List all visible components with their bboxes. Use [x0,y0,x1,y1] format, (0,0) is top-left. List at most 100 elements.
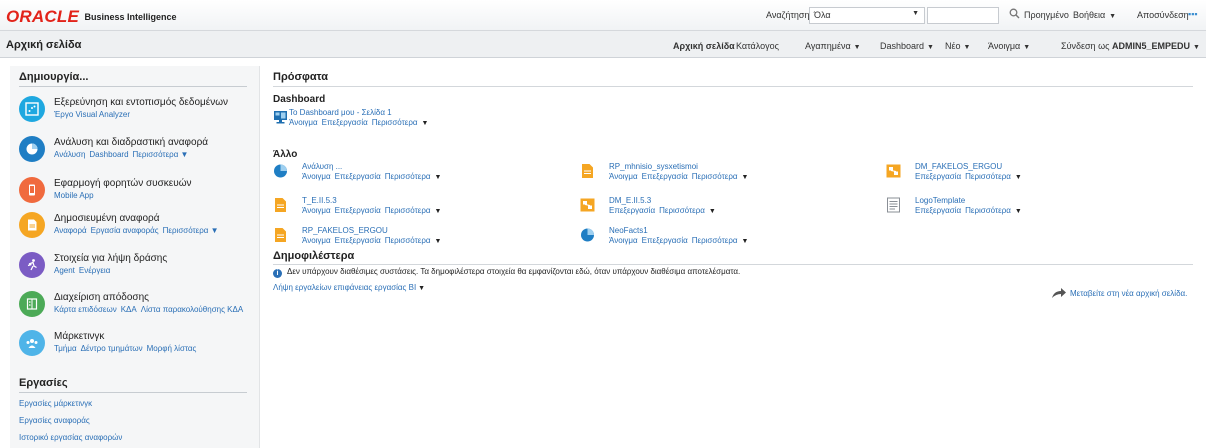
action-open[interactable]: Άνοιγμα [609,236,638,245]
create-link[interactable]: Τμήμα [54,344,77,353]
other-subheading: Άλλο [273,149,298,160]
action-edit[interactable]: Επεξεργασία [609,206,655,215]
dashboard-subheading: Dashboard [273,94,326,105]
action-open[interactable]: Άνοιγμα [609,172,638,181]
nav-home[interactable]: Αρχική σελίδα [673,41,735,51]
action-more[interactable]: Περισσότερα [965,172,1011,181]
action-open[interactable]: Άνοιγμα [302,172,331,181]
download-bi-tools-label: Λήψη εργαλείων επιφάνειας εργασίας BI [273,283,417,292]
create-link[interactable]: Περισσότερα ▼ [133,150,189,159]
report-icon [582,164,593,178]
chevron-down-icon: ▼ [708,208,716,215]
create-link[interactable]: ΚΔΑ [121,305,137,314]
create-link[interactable]: Αναφορά [54,226,87,235]
action-more[interactable]: Περισσότερα [385,206,431,215]
create-link[interactable]: Έργο Visual Analyzer [54,110,130,119]
create-mobile-app[interactable]: Εφαρμογή φορητών συσκευών Mobile App [19,177,259,205]
user-name: ADMIN5_EMPEDU [1111,41,1190,51]
create-link[interactable]: Εργασία αναφοράς [91,226,159,235]
action-edit[interactable]: Επεξεργασία [642,236,688,245]
create-link[interactable]: Dashboard [89,150,128,159]
task-link[interactable]: Εργασίες αναφοράς [19,416,90,425]
nav-open[interactable]: Άνοιγμα ▼ [988,41,1030,51]
search-scope-select[interactable]: Όλα ▼ [809,7,925,24]
recent-item-name[interactable]: Ανάλυση ... [302,162,342,171]
recent-item-name[interactable]: Το Dashboard μου - Σελίδα 1 [289,108,392,117]
recent-item-name[interactable]: RP_mhnisio_sysxetismoi [609,162,698,171]
chevron-down-icon: ▼ [1023,44,1031,51]
new-home-link[interactable]: Μεταβείτε στη νέα αρχική σελίδα. [1051,287,1187,299]
create-link[interactable]: Μορφή λίστας [147,344,197,353]
create-link[interactable]: Δέντρο τμημάτων [81,344,143,353]
create-published-report[interactable]: Δημοσιευμένη αναφορά Αναφορά Εργασία αναφ… [19,212,259,240]
create-item-title: Μάρκετινγκ [54,331,105,342]
create-data-explore[interactable]: Εξερεύνηση και εντοπισμός δεδομένων Έργο… [19,96,259,124]
action-edit[interactable]: Επεξεργασία [642,172,688,181]
chevron-down-icon: ▼ [434,208,442,215]
task-link[interactable]: Ιστορικό εργασίας αναφορών [19,433,122,442]
nav-dashboards-label: Dashboard [880,41,925,51]
create-item-title: Ανάλυση και διαδραστική αναφορά [54,137,209,148]
recent-item-name[interactable]: NeoFacts1 [609,226,648,235]
nav-favorites[interactable]: Αγαπημένα ▼ [805,41,861,51]
recent-item: RP_FAKELOS_ERGOU Άνοιγμα Επεξεργασία Περισ… [273,226,563,248]
action-edit[interactable]: Επεξεργασία [335,236,381,245]
nav-dashboards[interactable]: Dashboard ▼ [880,41,934,51]
nav-new-label: Νέο [945,41,961,51]
left-panel: Δημιουργία... Εξερεύνηση και εντοπισμός … [10,66,260,448]
chevron-down-icon: ▼ [421,120,429,127]
create-marketing[interactable]: Μάρκετινγκ Τμήμα Δέντρο τμημάτων Μορφή λίσ… [19,330,259,358]
create-link[interactable]: Mobile App [54,191,94,200]
create-performance[interactable]: Διαχείριση απόδοσης Κάρτα επιδόσεων ΚΔΑ Λί… [19,291,259,319]
create-link[interactable]: Agent [54,266,75,275]
create-link[interactable]: Κάρτα επιδόσεων [54,305,117,314]
help-label: Βοήθεια [1073,10,1106,20]
action-edit[interactable]: Επεξεργασία [915,206,961,215]
product-name: Business Intelligence [84,12,177,22]
search-input[interactable] [927,7,999,24]
user-menu[interactable]: Σύνδεση ως ADMIN5_EMPEDU ▼ [1061,41,1200,51]
recent-item-name[interactable]: T_E.II.5.3 [302,196,337,205]
recent-item-name[interactable]: LogoTemplate [915,196,965,205]
recent-item: Ανάλυση ... Άνοιγμα Επεξεργασία Περισσότερ… [273,162,563,184]
action-more[interactable]: Περισσότερα [965,206,1011,215]
download-bi-tools-menu[interactable]: Λήψη εργαλείων επιφάνειας εργασίας BI ▼ [273,283,425,292]
action-edit[interactable]: Επεξεργασία [322,118,368,127]
more-dots-icon[interactable]: ▪▪▪ [1188,9,1198,19]
chevron-down-icon: ▼ [912,10,919,17]
info-icon: i [273,269,282,278]
recent-item: LogoTemplate Επεξεργασία Περισσότερα ▼ [886,196,1176,218]
create-link[interactable]: Ανάλυση [54,150,85,159]
action-more[interactable]: Περισσότερα [692,236,738,245]
search-icon[interactable] [1009,8,1020,19]
recent-item-name[interactable]: DM_FAKELOS_ERGOU [915,162,1002,171]
action-edit[interactable]: Επεξεργασία [915,172,961,181]
action-open[interactable]: Άνοιγμα [302,236,331,245]
recent-item-name[interactable]: RP_FAKELOS_ERGOU [302,226,388,235]
action-open[interactable]: Άνοιγμα [289,118,318,127]
create-actionable[interactable]: Στοιχεία για λήψη δράσης Agent Ενέργεια [19,252,259,280]
help-menu[interactable]: Βοήθεια ▼ [1073,10,1116,20]
advanced-search-link[interactable]: Προηγμένο [1024,10,1069,20]
task-link[interactable]: Εργασίες μάρκετινγκ [19,399,92,408]
action-more[interactable]: Περισσότερα [659,206,705,215]
nav-catalog[interactable]: Κατάλογος [736,41,779,51]
action-more[interactable]: Περισσότερα [385,172,431,181]
logout-link[interactable]: Αποσύνδεση [1137,10,1189,20]
action-edit[interactable]: Επεξεργασία [335,206,381,215]
action-more[interactable]: Περισσότερα [385,236,431,245]
action-edit[interactable]: Επεξεργασία [335,172,381,181]
divider [273,264,1193,265]
create-link[interactable]: Περισσότερα ▼ [163,226,219,235]
global-header: ORACLE Business Intelligence Αναζήτηση Ό… [0,0,1206,31]
create-link[interactable]: Ενέργεια [79,266,110,275]
action-more[interactable]: Περισσότερα [692,172,738,181]
search-scope-value: Όλα [814,10,831,20]
divider [19,86,247,87]
create-analysis[interactable]: Ανάλυση και διαδραστική αναφορά Ανάλυση D… [19,136,259,164]
recent-item-name[interactable]: DM_E.II.5.3 [609,196,651,205]
create-link[interactable]: Λίστα παρακολούθησης ΚΔΑ [141,305,243,314]
nav-new[interactable]: Νέο ▼ [945,41,970,51]
action-more[interactable]: Περισσότερα [372,118,418,127]
action-open[interactable]: Άνοιγμα [302,206,331,215]
